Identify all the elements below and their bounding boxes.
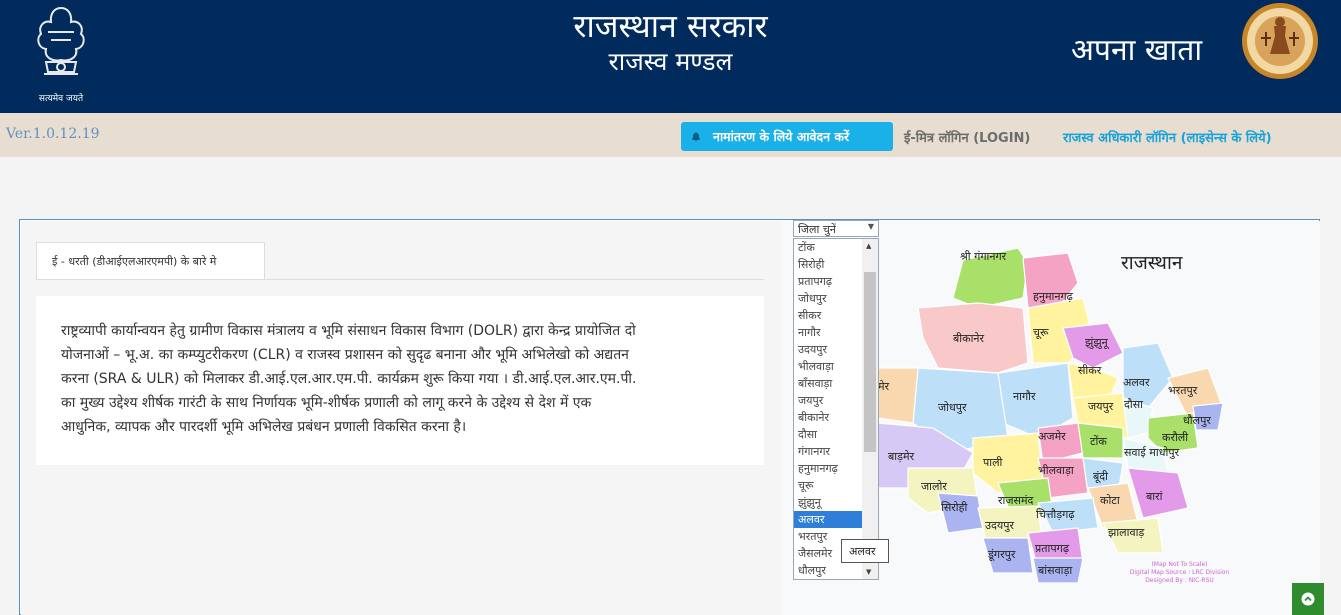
district-option[interactable]: हनुमानगढ़: [794, 460, 862, 477]
about-line: योजनाओं – भू.अ. का कम्प्युटरीकरण (CLR) व…: [61, 347, 629, 363]
map-label: दौसा: [1124, 398, 1143, 411]
map-label: करौली: [1162, 431, 1188, 444]
map-label: जयपुर: [1088, 400, 1114, 413]
district-option[interactable]: उदयपुर: [794, 341, 862, 358]
scroll-up-icon[interactable]: ▲: [866, 242, 871, 250]
revenue-board-seal-icon: [1242, 3, 1318, 79]
district-option[interactable]: दौसा: [794, 426, 862, 443]
scroll-thumb[interactable]: [864, 272, 876, 452]
district-option[interactable]: अलवर: [794, 511, 862, 528]
map-credit-line: Designed By : NIC-RSU: [1145, 577, 1214, 584]
map-label: बीकानेर: [953, 332, 985, 345]
map-label: हनुमानगढ़: [1033, 290, 1074, 303]
district-option[interactable]: झुंझुनू: [794, 494, 862, 511]
chevron-down-icon: ▼: [867, 222, 874, 231]
map-label: सीकर: [1078, 364, 1102, 377]
about-line: राष्ट्रव्यापी कार्यान्वयन हेतु ग्रामीण व…: [61, 323, 636, 339]
mutation-apply-label: नामांतरण के लिये आवेदन करें: [713, 129, 850, 144]
dropdown-scrollbar[interactable]: ▲ ▼: [862, 239, 878, 579]
map-label: बांसवाड़ा: [1038, 564, 1072, 577]
map-label: मेर: [878, 380, 890, 393]
district-option[interactable]: सीकर: [794, 307, 862, 324]
district-option[interactable]: प्रतापगढ़: [794, 273, 862, 290]
district-options: टोंक सिरोही प्रतापगढ़ जोधपुर सीकर नागौर उदयपुर…: [794, 239, 862, 579]
map-credits: (Map Not To Scale) Digital Map Source : …: [1117, 561, 1242, 585]
map-label: जोधपुर: [938, 401, 967, 414]
about-section: ई - धरती (डीआईएलआरएमपी) के बारे मे राष्ट…: [21, 221, 781, 615]
district-select[interactable]: जिला चुनें ▼: [793, 220, 879, 237]
map-region: [1037, 422, 1084, 464]
revenue-officer-login-link[interactable]: राजस्व अधिकारी लॉगिन (लाइसेन्स के लिये): [1063, 128, 1272, 146]
district-option[interactable]: बाँसवाड़ा: [794, 375, 862, 392]
about-line: आधुनिक, व्यापक और पारदर्शी भूमि अभिलेख प…: [61, 419, 467, 435]
district-option[interactable]: चूरू: [794, 477, 862, 494]
map-label: भरतपुर: [1168, 384, 1198, 397]
app-name: अपना खाता: [1071, 33, 1203, 68]
scroll-to-top-button[interactable]: [1292, 583, 1324, 615]
map-credit-line: Digital Map Source : LRC Division: [1129, 569, 1230, 576]
map-label: डूंगरपुर: [987, 548, 1016, 562]
map-label: सवाई माधोपुर: [1124, 446, 1180, 459]
arrow-up-circle-icon: [1301, 592, 1315, 606]
district-option[interactable]: भीलवाड़ा: [794, 358, 862, 375]
district-select-value: जिला चुनें: [798, 223, 836, 236]
district-option[interactable]: जयपुर: [794, 392, 862, 409]
mutation-apply-button[interactable]: नामांतरण के लिये आवेदन करें: [681, 122, 893, 151]
emitra-login-link[interactable]: ई-मित्र लॉगिन (LOGIN): [904, 128, 1030, 146]
site-header: सत्यमेव जयते राजस्थान सरकार राजस्व मण्डल…: [0, 0, 1341, 113]
map-label: बारां: [1146, 490, 1163, 503]
top-nav-bar: Ver.1.0.12.19 नामांतरण के लिये आवेदन करे…: [0, 113, 1341, 157]
bell-icon: [691, 132, 701, 141]
map-label: धौलपुर: [1183, 414, 1211, 427]
district-option[interactable]: टोंक: [794, 239, 862, 256]
map-label: श्री गंगानगर: [960, 250, 1007, 263]
district-option[interactable]: सिरोही: [794, 256, 862, 273]
district-option[interactable]: नागौर: [794, 324, 862, 341]
map-label: बाड़मेर: [888, 450, 915, 463]
rajasthan-district-map: श्री गंगानगर हनुमानगढ़ बीकानेर चूरू झुंझ…: [878, 247, 1224, 584]
map-label: सिरोही: [941, 501, 967, 514]
map-label: अलवर: [1123, 376, 1150, 389]
district-option[interactable]: गंगानगर: [794, 443, 862, 460]
option-tooltip: अलवर: [841, 539, 889, 563]
map-label: चित्तौड़गढ़: [1036, 508, 1075, 521]
svg-text:सत्यमेव जयते: सत्यमेव जयते: [39, 92, 84, 104]
map-label: राजसमंद: [998, 494, 1034, 507]
map-label: झुंझुनू: [1085, 336, 1110, 350]
map-label: जालोर: [921, 480, 947, 493]
map-label: अजमेर: [1038, 430, 1066, 443]
map-label: भीलवाड़ा: [1038, 464, 1074, 477]
map-label: झालावाड़: [1108, 526, 1144, 539]
district-option[interactable]: जोधपुर: [794, 290, 862, 307]
map-label: बूंदी: [1093, 470, 1108, 484]
map-label: नागौर: [1013, 390, 1036, 403]
district-option[interactable]: धौलपुर: [794, 562, 862, 579]
map-label: चूरू: [1033, 326, 1049, 340]
map-region: [878, 367, 919, 424]
scroll-down-icon[interactable]: ▼: [866, 568, 871, 576]
about-line: करना (SRA & ULR) को मिलाकर डी.आई.एल.आर.ए…: [61, 371, 637, 387]
map-label: टोंक: [1090, 435, 1107, 448]
about-line: का मुख्य उद्देश्य शीर्षक गारंटी के साथ न…: [61, 395, 592, 411]
district-option[interactable]: बीकानेर: [794, 409, 862, 426]
map-credit-line: (Map Not To Scale): [1151, 561, 1208, 568]
map-label: उदयपुर: [985, 519, 1014, 532]
map-label: पाली: [983, 456, 1003, 469]
tab-about-edharti[interactable]: ई - धरती (डीआईएलआरएमपी) के बारे मे: [36, 242, 265, 280]
map-title: राजस्थान: [1121, 252, 1183, 274]
version-label: Ver.1.0.12.19: [6, 126, 100, 142]
tab-divider: [36, 279, 764, 280]
map-label: कोटा: [1100, 494, 1120, 507]
district-dropdown-list[interactable]: टोंक सिरोही प्रतापगढ़ जोधपुर सीकर नागौर उदयपुर…: [793, 238, 879, 580]
map-label: प्रतापगढ़: [1035, 542, 1070, 555]
about-text: राष्ट्रव्यापी कार्यान्वयन हेतु ग्रामीण व…: [36, 296, 764, 465]
